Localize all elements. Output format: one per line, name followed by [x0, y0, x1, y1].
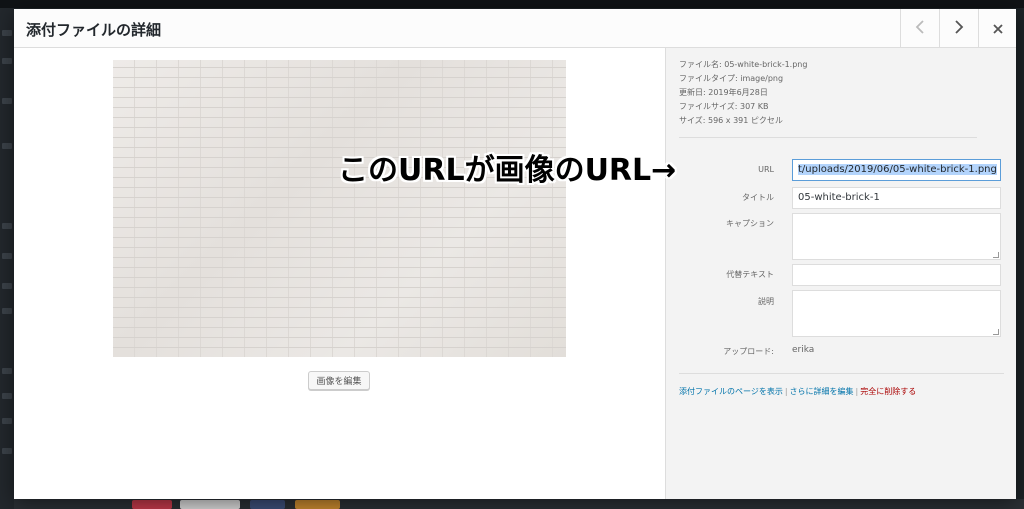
title-field[interactable]: 05-white-brick-1 — [792, 187, 1001, 209]
url-label: URL — [758, 165, 774, 174]
menu-icon — [2, 393, 12, 399]
file-name: ファイル名: 05-white-brick-1.png — [679, 60, 808, 69]
menu-icon — [2, 223, 12, 229]
next-button[interactable] — [939, 9, 978, 47]
admin-sidebar — [0, 8, 14, 509]
menu-icon — [2, 418, 12, 424]
menu-icon — [2, 283, 12, 289]
attachment-info-panel: ファイル名: 05-white-brick-1.png ファイルタイプ: ima… — [665, 48, 1016, 499]
menu-icon — [2, 30, 12, 36]
separator: | — [855, 387, 859, 396]
modal-title: 添付ファイルの詳細 — [26, 21, 162, 39]
alt-text-field[interactable] — [792, 264, 1001, 286]
close-icon — [993, 19, 1003, 38]
delete-permanently-link[interactable]: 完全に削除する — [860, 387, 916, 396]
background-thumbnail — [132, 500, 172, 509]
uploader-name: erika — [792, 345, 815, 355]
caption-textarea[interactable] — [792, 213, 1001, 260]
title-label: タイトル — [742, 193, 774, 202]
url-field[interactable]: t/uploads/2019/06/05-white-brick-1.png — [792, 159, 1001, 181]
menu-icon — [2, 448, 12, 454]
chevron-left-icon — [915, 18, 925, 39]
background-thumbnail — [180, 500, 240, 509]
uploader-label: アップロード: — [723, 347, 774, 356]
separator: | — [784, 387, 788, 396]
upload-date: 更新日: 2019年6月28日 — [679, 88, 768, 97]
caption-label: キャプション — [726, 219, 774, 228]
description-label: 説明 — [758, 297, 774, 306]
view-attachment-page-link[interactable]: 添付ファイルのページを表示 — [679, 387, 783, 396]
file-type: ファイルタイプ: image/png — [679, 74, 784, 83]
dimensions: サイズ: 596 x 391 ピクセル — [679, 116, 783, 125]
url-value: t/uploads/2019/06/05-white-brick-1.png — [798, 164, 997, 175]
admin-bar — [0, 0, 1024, 8]
url-annotation: このURLが画像のURL→ — [338, 153, 677, 188]
modal-header: 添付ファイルの詳細 — [14, 9, 1016, 48]
attachment-details-modal: 添付ファイルの詳細 画像を編集 ファイル名: 05-white-brick-1.… — [14, 9, 1016, 499]
image-preview — [113, 60, 566, 357]
divider — [679, 137, 977, 138]
menu-icon — [2, 98, 12, 104]
file-size: ファイルサイズ: 307 KB — [679, 102, 769, 111]
alt-text-label: 代替テキスト — [726, 270, 774, 279]
close-button[interactable] — [978, 9, 1016, 47]
menu-icon — [2, 143, 12, 149]
attachment-actions: 添付ファイルのページを表示 | さらに詳細を編集 | 完全に削除する — [679, 386, 916, 397]
menu-icon — [2, 308, 12, 314]
background-thumbnail — [295, 500, 340, 509]
description-textarea[interactable] — [792, 290, 1001, 337]
edit-more-details-link[interactable]: さらに詳細を編集 — [790, 387, 854, 396]
background-thumbnail — [250, 500, 285, 509]
menu-icon — [2, 368, 12, 374]
divider — [679, 373, 1004, 374]
chevron-right-icon — [954, 18, 964, 39]
edit-image-button[interactable]: 画像を編集 — [308, 371, 370, 390]
previous-button[interactable] — [900, 9, 939, 47]
menu-icon — [2, 58, 12, 64]
menu-icon — [2, 253, 12, 259]
